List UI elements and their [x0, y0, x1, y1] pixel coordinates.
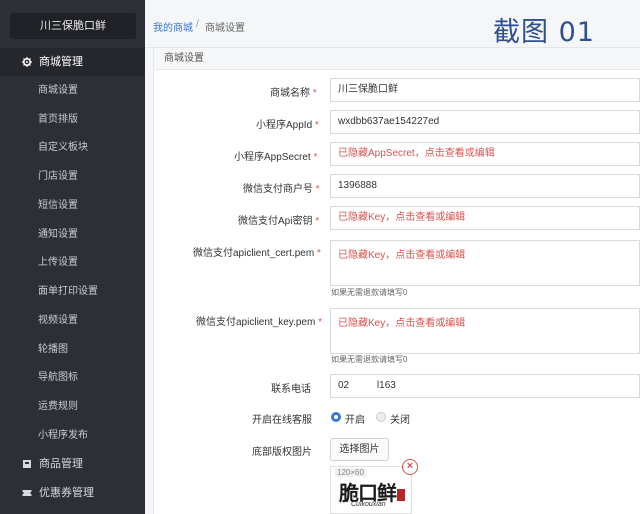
sidebar-group-shop-management[interactable]: 商城管理: [0, 48, 145, 76]
shop-switcher-button[interactable]: 川三保脆口鲜: [10, 13, 136, 39]
sidebar-item-upload-settings[interactable]: 上传设置: [38, 256, 78, 270]
sidebar-group-label: 商城管理: [39, 56, 83, 68]
phone-input[interactable]: 02 l163: [330, 374, 640, 398]
key-pem-textarea[interactable]: 已隐藏Key，点击查看或编辑: [330, 308, 640, 354]
top-header: 我的商城 / 商城设置 截图 01: [145, 0, 640, 48]
service-off-label[interactable]: 关闭: [390, 411, 410, 426]
sidebar-item-notify-settings[interactable]: 通知设置: [38, 228, 78, 242]
merchant-id-input[interactable]: 1396888: [330, 174, 640, 198]
sidebar: 川三保脆口鲜 商城管理 商城设置 首页排版 自定义板块 门店设置 短信设置 通知…: [0, 0, 145, 514]
sidebar-item-video-settings[interactable]: 视频设置: [38, 314, 78, 328]
copyright-image-label: 底部版权图片: [252, 447, 312, 458]
shop-name-input[interactable]: 川三保脆口鲜: [330, 78, 640, 102]
copyright-image-preview: 120×60 脆口鲜 Cuikouxian: [330, 466, 412, 514]
sidebar-item-print-settings[interactable]: 面单打印设置: [38, 285, 98, 299]
screenshot-stamp: 截图 01: [493, 17, 595, 48]
api-key-label: 微信支付Api密钥 *: [238, 216, 320, 227]
sidebar-item-miniapp-publish[interactable]: 小程序发布: [38, 429, 88, 443]
sidebar-item-shop-settings[interactable]: 商城设置: [38, 84, 78, 98]
key-pem-hint: 如果无需退款请填写0: [331, 355, 408, 364]
panel-header: 商城设置: [154, 48, 640, 70]
breadcrumb-home-link[interactable]: 我的商城: [153, 19, 193, 34]
appid-input[interactable]: wxdbb637ae154227ed: [330, 110, 640, 134]
panel-title: 商城设置: [164, 53, 204, 64]
appsecret-label: 小程序AppSecret *: [234, 152, 318, 163]
seal-mark: [397, 489, 405, 501]
appid-label: 小程序AppId *: [256, 120, 319, 131]
phone-label: 联系电话: [271, 384, 311, 395]
cert-pem-textarea[interactable]: 已隐藏Key，点击查看或编辑: [330, 240, 640, 286]
image-size-tag: 120×60: [335, 468, 366, 477]
cert-pem-hint: 如果无需退款请填写0: [331, 288, 408, 297]
sidebar-item-home-layout[interactable]: 首页排版: [38, 113, 78, 127]
sidebar-item-custom-blocks[interactable]: 自定义板块: [38, 141, 88, 155]
gear-icon: [22, 57, 32, 67]
merchant-id-label: 微信支付商户号 *: [243, 184, 320, 195]
shop-name-label: 商城名称 *: [270, 88, 317, 99]
appsecret-input[interactable]: 已隐藏AppSecret，点击查看或编辑: [330, 142, 640, 166]
api-key-input[interactable]: 已隐藏Key，点击查看或编辑: [330, 206, 640, 230]
sidebar-item-shipping-rules[interactable]: 运费规则: [38, 400, 78, 414]
service-on-label[interactable]: 开启: [345, 411, 365, 426]
cert-pem-label: 微信支付apiclient_cert.pem *: [193, 248, 321, 259]
box-icon: [23, 460, 31, 468]
service-on-radio[interactable]: [331, 412, 341, 422]
service-off-radio[interactable]: [376, 412, 386, 422]
app-root: 川三保脆口鲜 商城管理 商城设置 首页排版 自定义板块 门店设置 短信设置 通知…: [0, 0, 640, 514]
online-service-label: 开启在线客服: [252, 415, 312, 426]
sidebar-group-product-management[interactable]: 商品管理: [0, 450, 145, 478]
sidebar-group-label: 商品管理: [39, 458, 83, 470]
sidebar-item-carousel[interactable]: 轮播图: [38, 343, 68, 357]
sidebar-group-coupon-management[interactable]: 优惠券管理: [0, 479, 145, 507]
remove-image-icon[interactable]: ×: [402, 459, 418, 475]
key-pem-label: 微信支付apiclient_key.pem *: [196, 317, 322, 328]
breadcrumb-current: 商城设置: [205, 23, 245, 34]
sidebar-item-nav-icons[interactable]: 导航图标: [38, 371, 78, 385]
breadcrumb-separator: /: [196, 19, 199, 30]
ticket-icon: [22, 490, 32, 496]
choose-image-button[interactable]: 选择图片: [330, 438, 389, 461]
sidebar-item-store-settings[interactable]: 门店设置: [38, 170, 78, 184]
sidebar-item-sms-settings[interactable]: 短信设置: [38, 199, 78, 213]
brand-logo-subtitle: Cuikouxian: [351, 501, 386, 508]
sidebar-group-label: 优惠券管理: [39, 487, 94, 499]
